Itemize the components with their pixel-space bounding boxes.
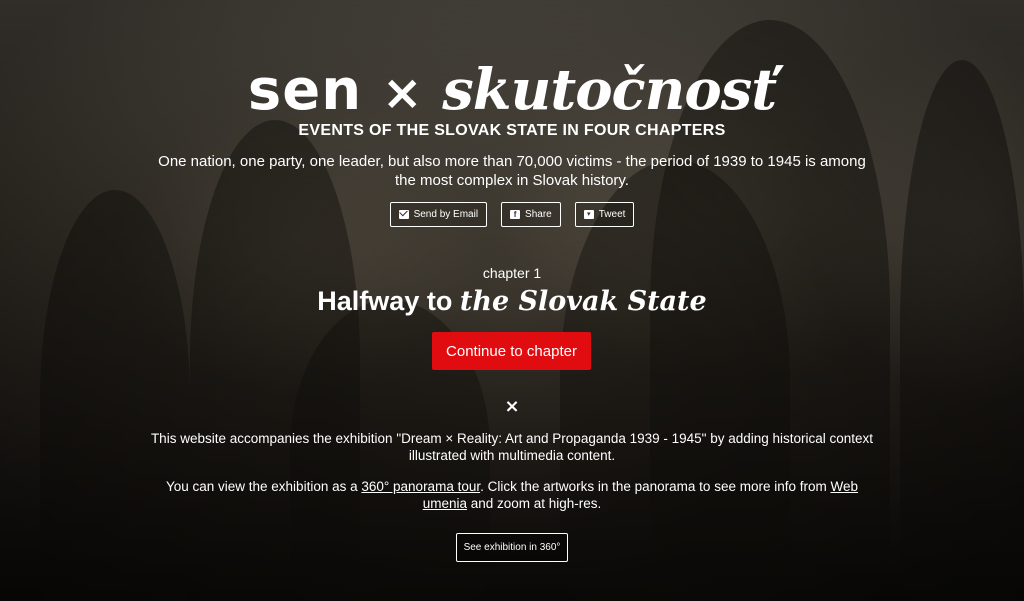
intro-text: One nation, one party, one leader, but a… <box>158 153 866 189</box>
facebook-icon: f <box>510 210 521 219</box>
view-exhibition-text: You can view the exhibition as a 360° pa… <box>160 478 864 512</box>
view-middle: . Click the artworks in the panorama to … <box>480 479 831 494</box>
facebook-share-button[interactable]: f Share <box>501 202 561 227</box>
chapter-title-blackletter: the Slovak State <box>459 286 707 317</box>
chapter-title-plain: Halfway to <box>317 286 453 316</box>
see-exhibition-360-button[interactable]: See exhibition in 360° <box>456 533 568 562</box>
divider-x-icon: × <box>504 396 520 417</box>
facebook-share-label: Share <box>525 209 552 220</box>
hero-background: sen × skutočnosť EVENTS OF THE SLOVAK ST… <box>0 0 1024 601</box>
tweet-button[interactable]: ▾ Tweet <box>574 202 635 227</box>
envelope-icon <box>398 210 409 219</box>
view-prefix: You can view the exhibition as a <box>165 479 362 494</box>
send-by-email-button[interactable]: Send by Email <box>389 202 488 227</box>
logo-sen: sen <box>247 58 363 123</box>
chapter-title: Halfway to the Slovak State <box>0 286 1024 317</box>
share-buttons: Send by Email f Share ▾ Tweet <box>0 202 1024 227</box>
hero-content: sen × skutočnosť EVENTS OF THE SLOVAK ST… <box>0 0 1024 601</box>
logo-skutocnost: skutočnosť <box>442 57 777 123</box>
send-by-email-label: Send by Email <box>413 209 479 220</box>
logo-separator-icon: × <box>382 65 423 121</box>
panorama-tour-link[interactable]: 360° panorama tour <box>361 479 480 494</box>
tweet-label: Tweet <box>598 209 626 220</box>
view-suffix: and zoom at high-res. <box>466 496 602 511</box>
continue-to-chapter-button[interactable]: Continue to chapter <box>432 332 591 370</box>
about-text: This website accompanies the exhibition … <box>150 431 874 463</box>
twitter-icon: ▾ <box>583 210 594 219</box>
site-subtitle: EVENTS OF THE SLOVAK STATE IN FOUR CHAPT… <box>298 122 726 139</box>
chapter-number: chapter 1 <box>482 265 542 281</box>
site-logo[interactable]: sen × skutočnosť <box>0 60 1024 123</box>
